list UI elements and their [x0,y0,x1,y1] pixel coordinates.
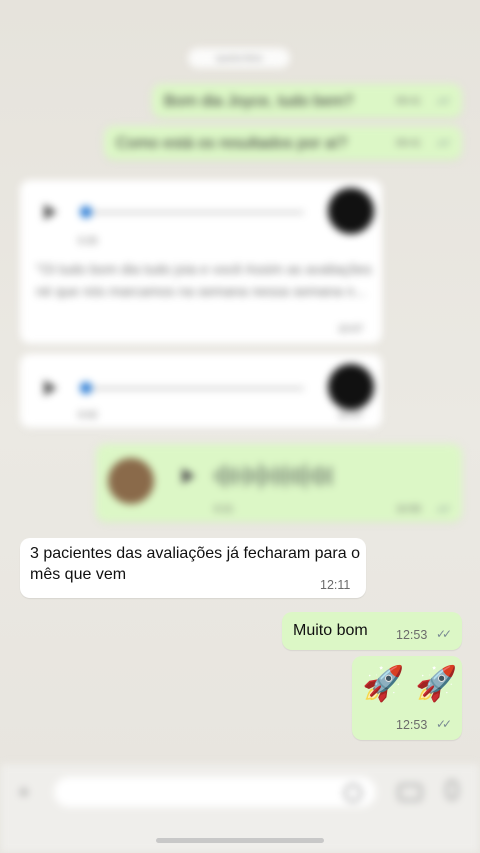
read-receipt-icon: ✓✓ [436,136,452,150]
chat-area: quarta-feira Bom dia Joyce, tudo bem? 09… [0,0,480,853]
play-icon[interactable] [44,380,57,396]
message-bubble[interactable]: 3 pacientes das avaliações já fecharam p… [20,538,366,598]
message-text: Bom dia Joyce, tudo bem? [164,93,354,110]
message-text: Como está os resultados por aí? [116,135,348,152]
audio-duration: 0:21 [214,504,234,515]
audio-scrubber[interactable] [80,206,92,218]
play-icon[interactable] [44,204,57,220]
message-text: Muito bom [293,622,368,639]
audio-message[interactable]: 0:02 10:07 [20,354,382,428]
message-time: 10:55 [396,504,422,515]
message-time: 09:41 [396,138,422,149]
avatar [328,188,374,234]
microphone-icon[interactable] [446,780,458,800]
play-icon[interactable] [182,468,195,484]
read-receipt-icon: ✓✓ [436,94,452,108]
camera-icon[interactable] [398,784,422,801]
message-text: 3 pacientes das avaliações já fecharam p… [30,545,360,583]
message-time: 09:41 [396,96,422,107]
audio-progress-track[interactable] [84,211,304,214]
avatar [108,458,154,504]
read-receipt-icon: ✓✓ [436,717,452,731]
message-time: 10:07 [338,324,364,335]
message-bubble[interactable]: Como está os resultados por aí? 09:41 ✓✓ [104,126,462,160]
plus-icon[interactable]: + [18,782,30,805]
message-bubble[interactable]: Bom dia Joyce, tudo bem? 09:41 ✓✓ [152,84,462,118]
audio-duration: 0:25 [78,236,98,247]
message-time: 12:11 [320,578,351,592]
sticker-icon[interactable] [344,784,362,802]
audio-scrubber[interactable] [80,382,92,394]
home-indicator [156,838,324,843]
message-bubble[interactable]: 🚀 🚀 12:53 ✓✓ [352,656,462,740]
avatar [328,364,374,410]
message-time: 12:53 [396,718,428,732]
message-bubble[interactable]: Muito bom 12:53 ✓✓ [282,612,462,650]
read-receipt-icon: ✓✓ [436,502,452,516]
audio-duration: 0:02 [78,410,98,421]
audio-message[interactable]: 0:21 10:55 ✓✓ [96,444,462,522]
message-time: 12:53 [396,628,428,642]
audio-message[interactable]: 0:25 "Oi tudo bom dia tudo joia e você A… [20,180,382,344]
message-time: 10:07 [338,410,364,421]
read-receipt-icon: ✓✓ [436,627,452,641]
audio-waveform[interactable] [214,462,332,490]
rocket-emoji: 🚀 🚀 [362,664,458,704]
audio-transcript: "Oi tudo bom dia tudo joia e você Assim … [36,261,372,299]
audio-progress-track[interactable] [84,387,304,390]
message-input[interactable] [54,777,376,807]
date-chip: quarta-feira [188,48,290,68]
